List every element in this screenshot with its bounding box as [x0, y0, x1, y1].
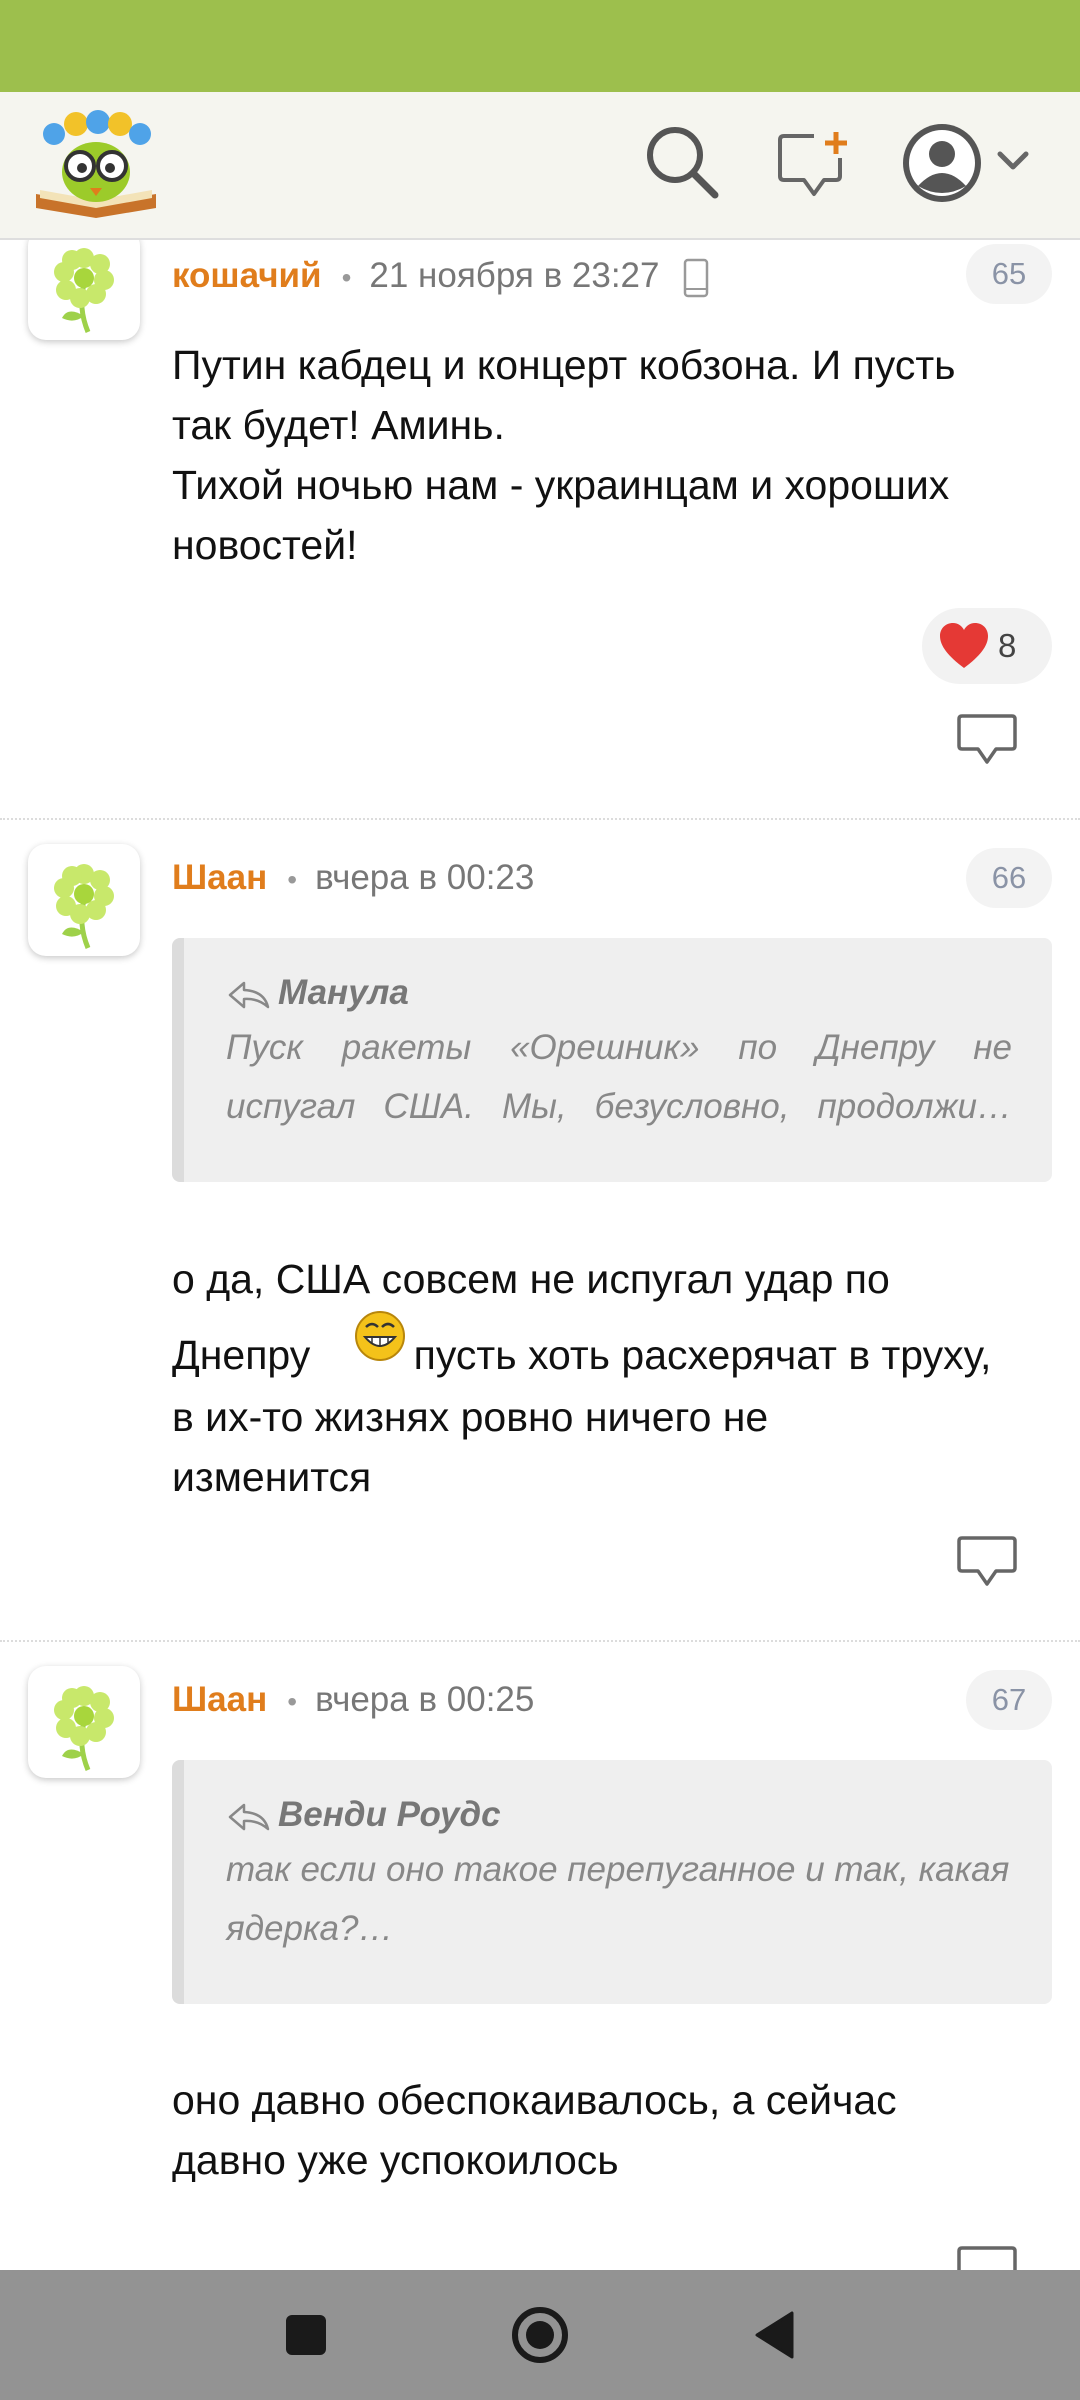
comment-text: Путин кабдец и концерт кобзона. И пусть …: [172, 335, 1052, 575]
grinning-smiley-icon: [352, 1309, 408, 1363]
mobile-phone-icon: [683, 258, 709, 298]
profile-menu[interactable]: [900, 120, 1040, 206]
quote-line: испугал США. Мы, безусловно, продолжи…: [226, 1087, 1012, 1126]
reply-icon[interactable]: [956, 712, 1018, 768]
status-bar: [0, 0, 1080, 92]
comment-number-badge[interactable]: 66: [966, 848, 1052, 908]
triangle-back-icon[interactable]: [740, 2300, 810, 2370]
text-line: Путин кабдец и концерт кобзона. И пусть: [172, 342, 956, 388]
quote-line: Пуск ракеты «Орешник» по Днепру не: [226, 1028, 1012, 1067]
like-button[interactable]: 8: [922, 608, 1052, 684]
meta-separator: •: [341, 261, 352, 293]
quote-line: так если оно такое перепуганное и так, к…: [226, 1850, 1010, 1889]
quoted-reply[interactable]: Манула Пуск ракеты «Орешник» по Днепру н…: [172, 938, 1052, 1182]
comment-time[interactable]: вчера в 00:25: [315, 1680, 534, 1719]
comment-text: о да, США совсем не испугал удар по Днеп…: [172, 1249, 1052, 1507]
quote-author[interactable]: Манула: [278, 973, 409, 1012]
comment-meta: Шаан • вчера в 00:25: [172, 1680, 534, 1720]
text-line: изменится: [172, 1454, 372, 1500]
quote-author-row: Манула: [226, 968, 1012, 1018]
system-navigation-bar: [0, 2270, 1080, 2400]
text-line: о да, США совсем не испугал удар по: [172, 1256, 890, 1302]
text-fragment: пусть хоть расхерячат в труху,: [413, 1332, 992, 1378]
text-line-with-emoji: Днепру пусть хоть расхерячат в труху,: [172, 1309, 1052, 1387]
text-line: так будет! Аминь.: [172, 402, 505, 448]
text-fragment: Днепру: [172, 1332, 311, 1378]
text-line: новостей!: [172, 522, 358, 568]
comment-divider: [0, 1640, 1080, 1642]
text-line: оно давно обеспокаивалось, а сейчас: [172, 2077, 897, 2123]
reply-arrow-icon: [228, 981, 270, 1008]
circle-home-icon[interactable]: [505, 2300, 575, 2370]
comment-author[interactable]: Шаан: [172, 1680, 267, 1719]
quote-author-row: Венди Роудс: [226, 1790, 1012, 1840]
meta-separator: •: [287, 863, 298, 895]
heart-icon: [940, 623, 988, 668]
book-owl-logo-icon[interactable]: [32, 108, 160, 220]
reply-icon[interactable]: [956, 1534, 1018, 1590]
comment-time[interactable]: вчера в 00:23: [315, 858, 534, 897]
meta-separator: •: [287, 1685, 298, 1717]
reply-arrow-icon: [228, 1803, 270, 1830]
comment-feed: кошачий • 21 ноября в 23:27 65 Путин кабде…: [0, 240, 1080, 2270]
user-avatar-flower-icon[interactable]: [28, 240, 140, 340]
comment-meta: кошачий • 21 ноября в 23:27: [172, 256, 709, 298]
comment-divider: [0, 818, 1080, 820]
app-header: [0, 92, 1080, 240]
quote-author[interactable]: Венди Роудс: [278, 1795, 501, 1834]
comment-author[interactable]: кошачий: [172, 256, 322, 295]
text-line: в их-то жизнях ровно ничего не: [172, 1394, 769, 1440]
reply-icon[interactable]: [956, 2244, 1018, 2270]
comment-author[interactable]: Шаан: [172, 858, 267, 897]
quote-line: ядерка?…: [226, 1909, 394, 1948]
comment-text: оно давно обеспокаивалось, а сейчас давн…: [172, 2070, 1052, 2190]
new-message-plus-icon[interactable]: [776, 130, 852, 200]
quoted-reply[interactable]: Венди Роудс так если оно такое перепуган…: [172, 1760, 1052, 2004]
like-count: 8: [998, 627, 1017, 664]
text-line: давно уже успокоилось: [172, 2137, 619, 2183]
comment-meta: Шаан • вчера в 00:23: [172, 858, 534, 898]
comment-number-badge[interactable]: 65: [966, 244, 1052, 304]
user-avatar-flower-icon[interactable]: [28, 1666, 140, 1778]
comment-time[interactable]: 21 ноября в 23:27: [369, 256, 659, 295]
user-avatar-flower-icon[interactable]: [28, 844, 140, 956]
search-icon[interactable]: [644, 124, 720, 200]
text-line: Тихой ночью нам - украинцам и хороших: [172, 462, 950, 508]
comment-number-badge[interactable]: 67: [966, 1670, 1052, 1730]
square-recents-icon[interactable]: [271, 2300, 341, 2370]
